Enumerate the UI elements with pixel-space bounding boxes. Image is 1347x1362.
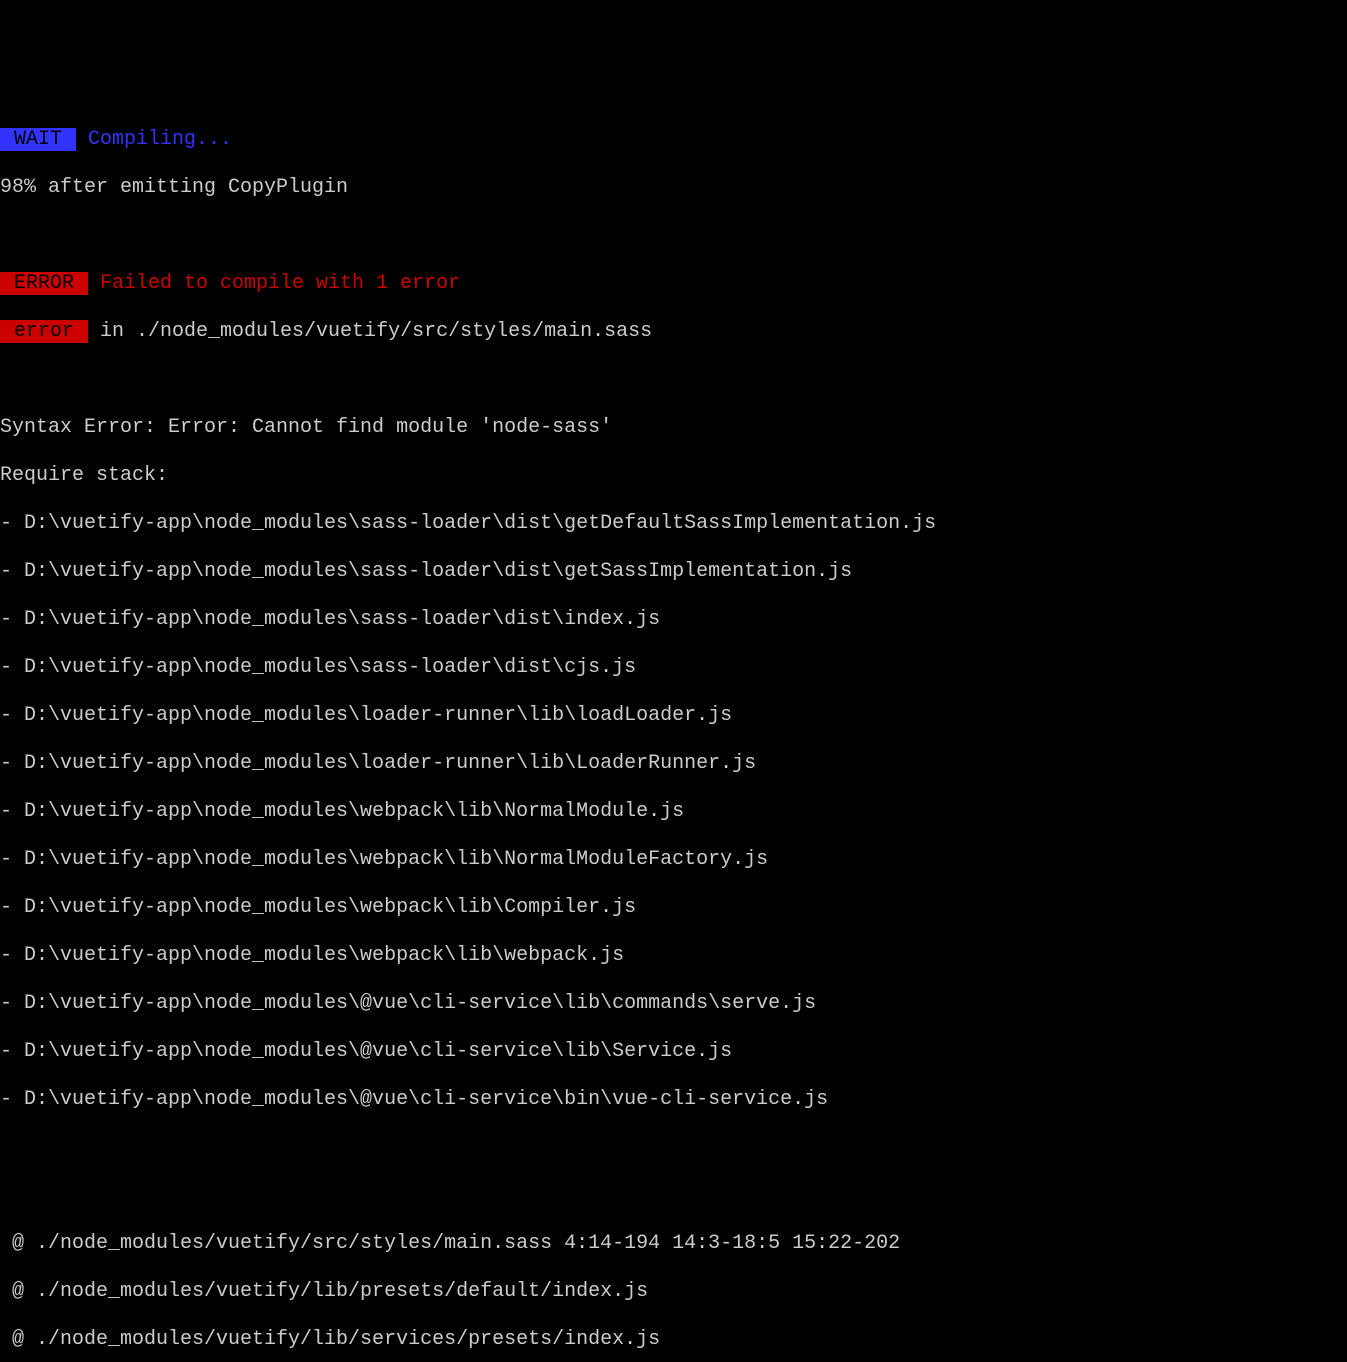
blank-line bbox=[0, 1136, 1347, 1160]
error-badge-lower: error bbox=[0, 320, 88, 343]
stack-line: - D:\vuetify-app\node_modules\sass-loade… bbox=[0, 512, 1347, 536]
stack-line: - D:\vuetify-app\node_modules\loader-run… bbox=[0, 704, 1347, 728]
error-line-1: ERROR Failed to compile with 1 error bbox=[0, 272, 1347, 296]
stack-line: - D:\vuetify-app\node_modules\webpack\li… bbox=[0, 944, 1347, 968]
blank-line bbox=[0, 368, 1347, 392]
error-badge: ERROR bbox=[0, 272, 88, 295]
stack-line: - D:\vuetify-app\node_modules\@vue\cli-s… bbox=[0, 992, 1347, 1016]
stack-line: - D:\vuetify-app\node_modules\sass-loade… bbox=[0, 608, 1347, 632]
stack-line: - D:\vuetify-app\node_modules\loader-run… bbox=[0, 752, 1347, 776]
require-stack-label: Require stack: bbox=[0, 464, 1347, 488]
error-message-2: in ./node_modules/vuetify/src/styles/mai… bbox=[88, 320, 652, 343]
wait-badge: WAIT bbox=[0, 128, 76, 151]
blank-line bbox=[0, 224, 1347, 248]
at-line: @ ./node_modules/vuetify/lib/presets/def… bbox=[0, 1280, 1347, 1304]
wait-message: Compiling... bbox=[76, 128, 232, 151]
terminal-output: WAIT Compiling... 98% after emitting Cop… bbox=[0, 104, 1347, 1362]
at-line: @ ./node_modules/vuetify/src/styles/main… bbox=[0, 1232, 1347, 1256]
error-message-1: Failed to compile with 1 error bbox=[88, 272, 460, 295]
stack-line: - D:\vuetify-app\node_modules\@vue\cli-s… bbox=[0, 1040, 1347, 1064]
at-line: @ ./node_modules/vuetify/lib/services/pr… bbox=[0, 1328, 1347, 1352]
stack-line: - D:\vuetify-app\node_modules\@vue\cli-s… bbox=[0, 1088, 1347, 1112]
stack-line: - D:\vuetify-app\node_modules\sass-loade… bbox=[0, 656, 1347, 680]
progress-line: 98% after emitting CopyPlugin bbox=[0, 176, 1347, 200]
stack-line: - D:\vuetify-app\node_modules\webpack\li… bbox=[0, 896, 1347, 920]
stack-line: - D:\vuetify-app\node_modules\sass-loade… bbox=[0, 560, 1347, 584]
stack-line: - D:\vuetify-app\node_modules\webpack\li… bbox=[0, 848, 1347, 872]
wait-line: WAIT Compiling... bbox=[0, 128, 1347, 152]
stack-line: - D:\vuetify-app\node_modules\webpack\li… bbox=[0, 800, 1347, 824]
blank-line bbox=[0, 1184, 1347, 1208]
syntax-error-header: Syntax Error: Error: Cannot find module … bbox=[0, 416, 1347, 440]
error-line-2: error in ./node_modules/vuetify/src/styl… bbox=[0, 320, 1347, 344]
